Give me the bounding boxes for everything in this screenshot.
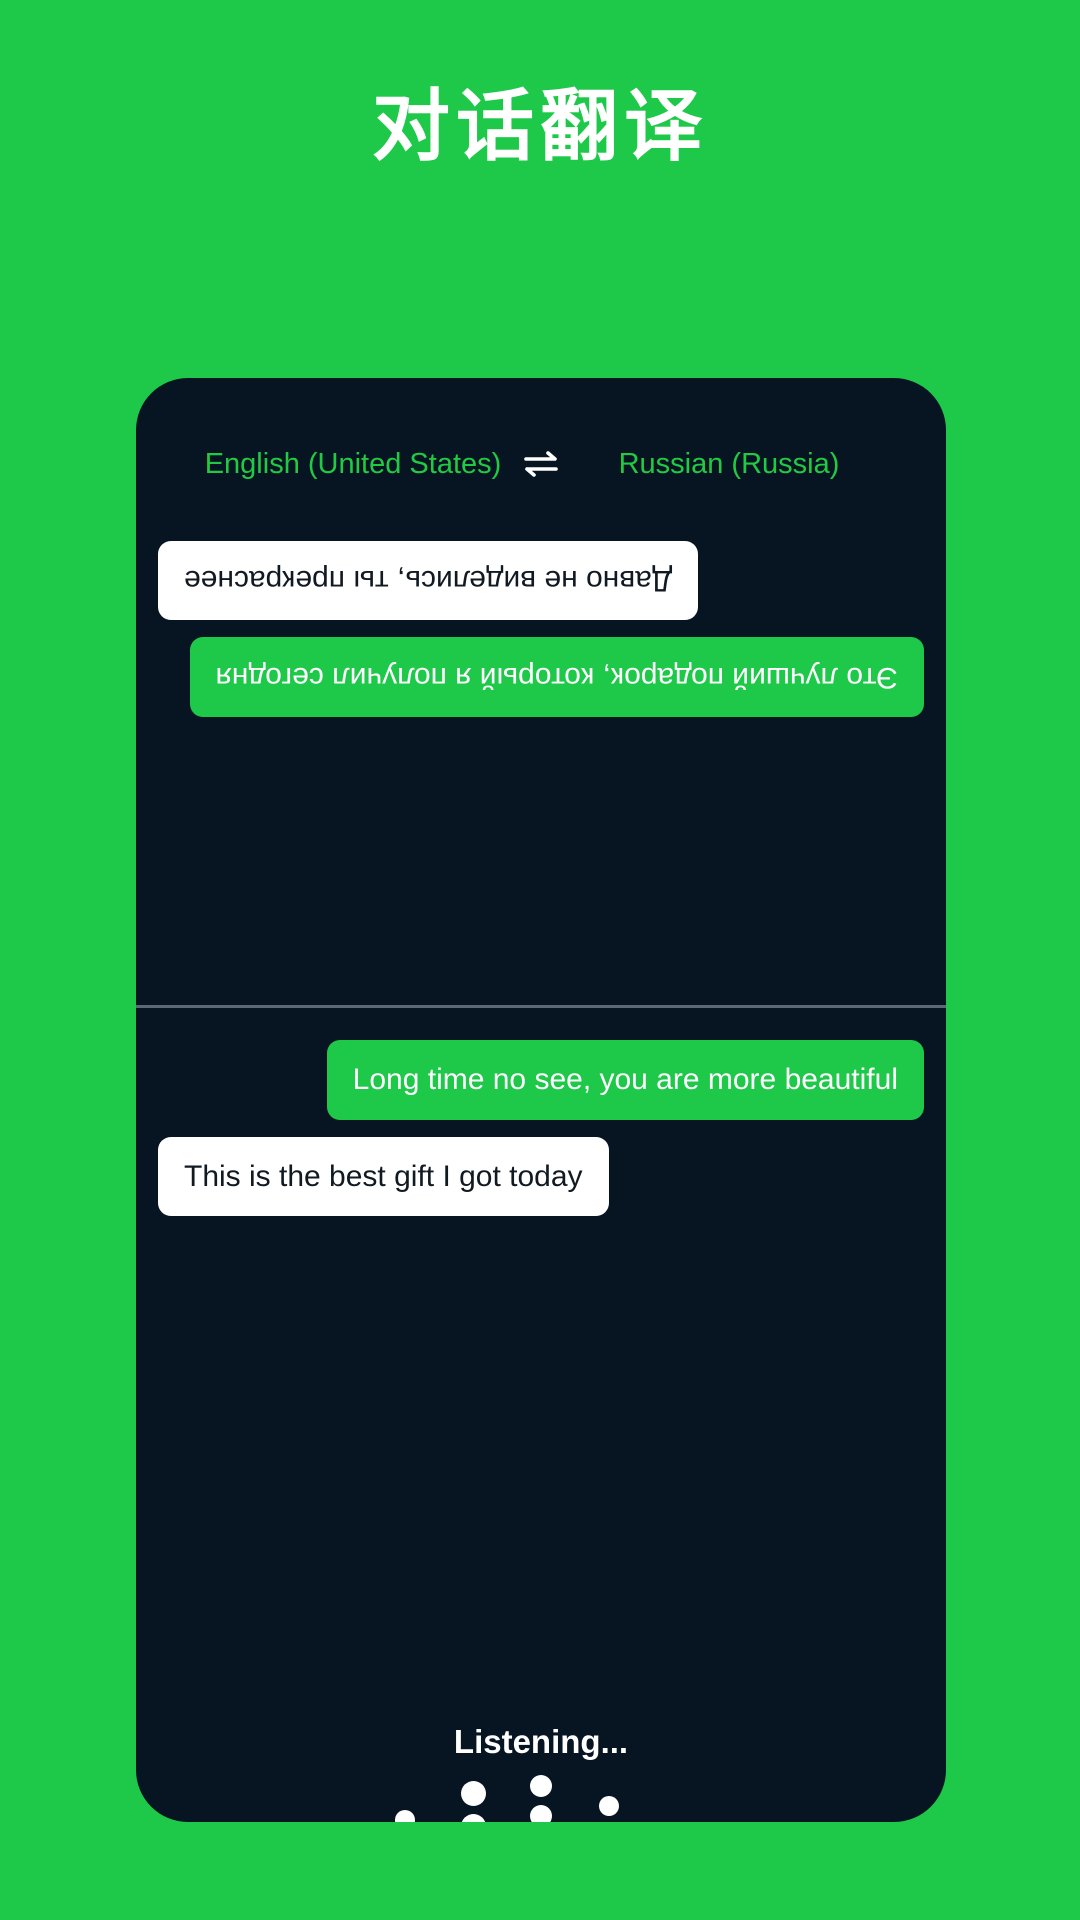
waveform-dot (530, 1774, 552, 1797)
message-bubble[interactable]: Это лучший подарок, который я получил се… (189, 637, 924, 717)
waveform-column (507, 1771, 575, 1822)
message-row: This is the best gift I got today (158, 1136, 924, 1216)
message-row: Это лучший подарок, который я получил се… (158, 637, 924, 717)
conversation-pane-top[interactable]: Это лучший подарок, который я получил се… (136, 508, 946, 1005)
waveform-column (371, 1806, 439, 1822)
target-language-selector[interactable]: Russian (Russia) (579, 448, 879, 481)
waveform-column (439, 1777, 507, 1822)
waveform-dot (599, 1795, 619, 1816)
page-title: 对话翻译 (371, 82, 708, 170)
source-language-selector[interactable]: English (United States) (203, 448, 503, 481)
waveform-dot (530, 1804, 552, 1822)
listening-status-label: Listening... (453, 1723, 629, 1760)
message-bubble[interactable]: Давно не виделись, ты прекраснее (158, 541, 699, 621)
waveform-dot (395, 1809, 415, 1822)
conversation-pane-bottom[interactable]: Long time no see, you are more beautiful… (136, 1018, 946, 1233)
waveform-column (575, 1792, 643, 1823)
waveform-column (643, 1818, 711, 1822)
message-bubble[interactable]: Long time no see, you are more beautiful (326, 1040, 924, 1120)
swap-horizontal-icon[interactable] (503, 449, 579, 479)
waveform-dot (460, 1813, 486, 1822)
phone-screen-card: English (United States) Russian (Russia)… (136, 378, 946, 1822)
waveform-dot (460, 1780, 486, 1806)
language-selector-bar: English (United States) Russian (Russia) (136, 434, 946, 494)
message-row: Long time no see, you are more beautiful (158, 1040, 924, 1120)
message-row: Давно не виделись, ты прекраснее (158, 541, 924, 621)
message-bubble[interactable]: This is the best gift I got today (158, 1136, 609, 1216)
audio-waveform-indicator (136, 1774, 946, 1823)
pane-divider (136, 1005, 946, 1008)
